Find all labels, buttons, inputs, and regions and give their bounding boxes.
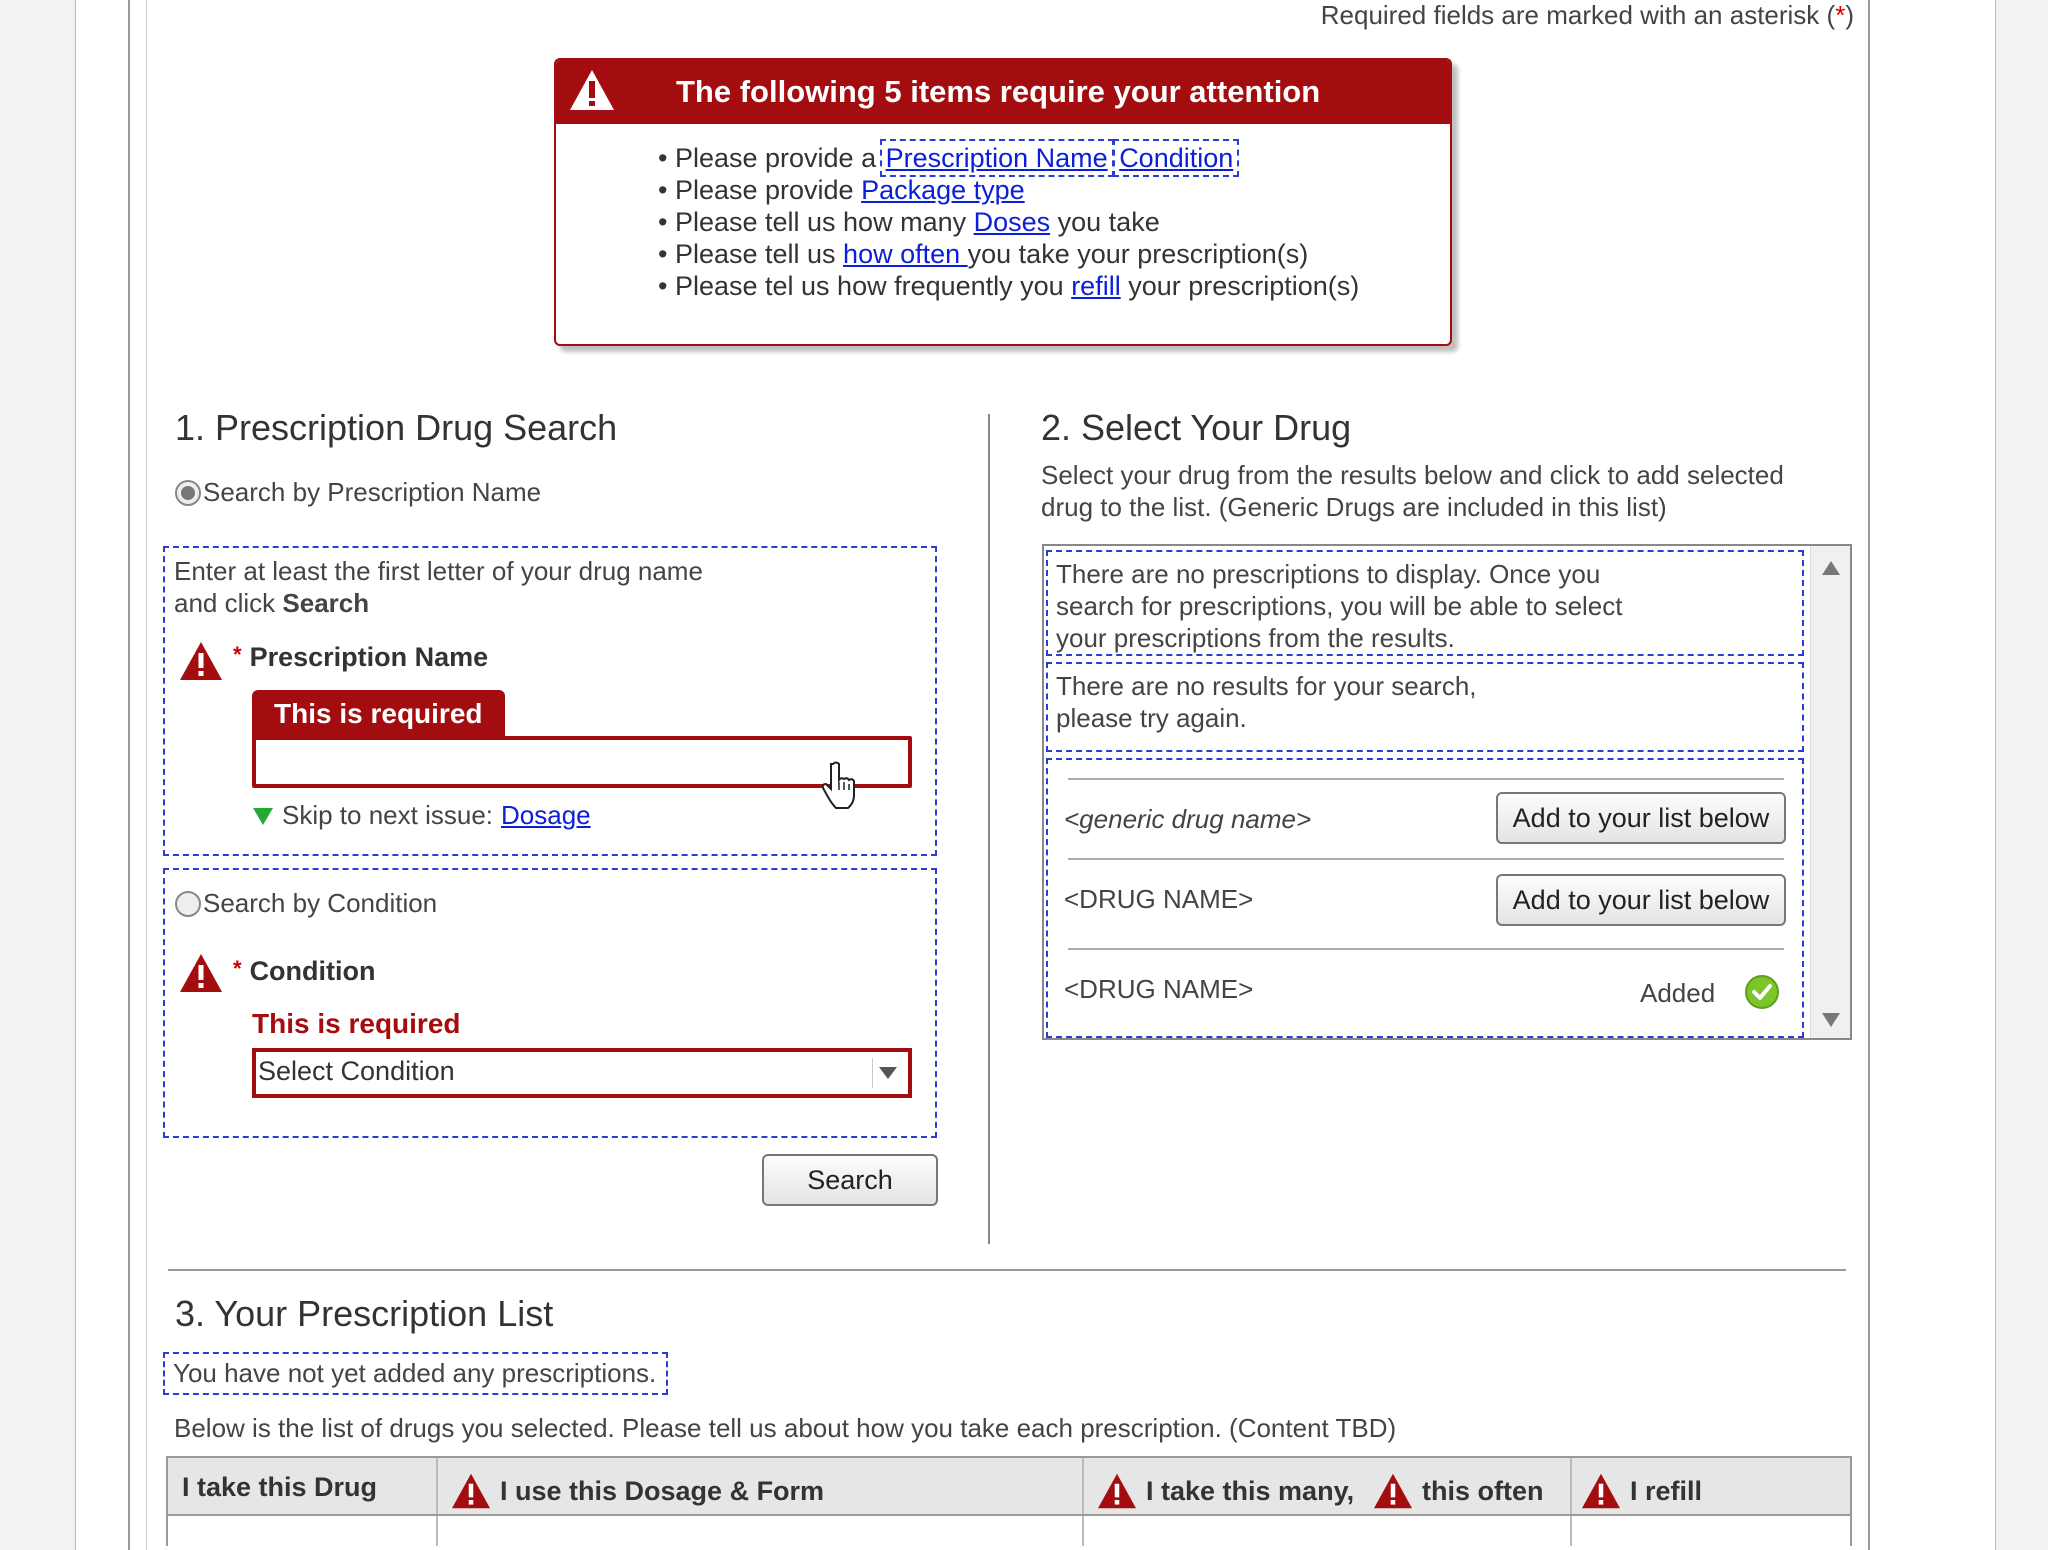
link-doses[interactable]: Doses	[974, 207, 1051, 237]
condition-block: Search by Condition * Condition This is …	[163, 868, 937, 1138]
drug-name: <DRUG NAME>	[1064, 884, 1254, 914]
column-header: I refill	[1580, 1472, 1702, 1510]
add-to-list-button[interactable]: Add to your list below	[1496, 874, 1786, 926]
column-divider	[1570, 1458, 1572, 1514]
radio-search-by-name[interactable]: Search by Prescription Name	[175, 477, 541, 508]
message-line: There are no prescriptions to display. O…	[1056, 559, 1601, 589]
message-line: There are no results for your search,	[1056, 671, 1477, 701]
skip-to-next-issue: Skip to next issue: Dosage	[252, 800, 591, 831]
empty-list-note: You have not yet added any prescriptions…	[163, 1352, 669, 1395]
add-to-list-button[interactable]: Add to your list below	[1496, 792, 1786, 844]
prescription-table-header: I take this Drug I use this Dosage & For…	[166, 1456, 1852, 1516]
condition-label: * Condition	[233, 956, 376, 986]
scroll-up-icon[interactable]	[1821, 560, 1841, 576]
column-divider	[988, 414, 990, 1244]
radio-label: Search by Condition	[203, 888, 438, 918]
column-divider	[1082, 1516, 1084, 1546]
alert-item: • Please tel us how frequently you refil…	[658, 271, 1360, 301]
section3-desc: Below is the list of drugs you selected.…	[174, 1413, 1397, 1443]
row-divider	[1068, 858, 1784, 860]
radio-label: Search by Prescription Name	[203, 477, 542, 507]
drug-name: <generic drug name>	[1064, 804, 1312, 834]
prescription-name-block: Enter at least the first letter of your …	[163, 546, 937, 856]
alert-header: The following 5 items require your atten…	[556, 60, 1450, 124]
warning-triangle-icon	[570, 70, 614, 110]
prescription-name-label: * Prescription Name	[233, 642, 489, 672]
section2-desc-line2: drug to the list. (Generic Drugs are inc…	[1041, 492, 1667, 522]
column-divider	[436, 1458, 438, 1514]
alert-item: • Please tell us how often you take your…	[658, 239, 1309, 269]
prescription-name-input[interactable]	[252, 736, 912, 788]
error-summary-alert: The following 5 items require your atten…	[554, 58, 1452, 346]
drug-results-panel: There are no prescriptions to display. O…	[1042, 544, 1852, 1040]
message-line: please try again.	[1056, 703, 1247, 733]
alert-item-list: • Please provide a Prescription Name Con…	[658, 139, 1360, 302]
message-line: your prescriptions from the results.	[1056, 623, 1455, 653]
link-package-type[interactable]: Package type	[861, 175, 1025, 205]
required-fields-note: Required fields are marked with an aster…	[1320, 0, 1854, 30]
hand-pointer-icon	[822, 761, 855, 809]
warning-triangle-icon	[180, 954, 222, 992]
added-status: Added	[1640, 978, 1716, 1008]
required-error-tab: This is required	[252, 690, 505, 738]
section1-title: 1. Prescription Drug Search	[175, 407, 618, 448]
prescription-table-body	[166, 1516, 1852, 1546]
alert-item: • Please provide a Prescription Name Con…	[658, 139, 1240, 177]
warning-triangle-icon	[452, 1473, 490, 1509]
no-prescriptions-message: There are no prescriptions to display. O…	[1046, 550, 1804, 656]
column-divider	[1570, 1516, 1572, 1546]
radio-button-selected[interactable]	[175, 479, 201, 506]
row-divider	[1068, 948, 1784, 950]
condition-required-error: This is required	[252, 1008, 461, 1039]
alert-item: • Please tell us how many Doses you take	[658, 207, 1160, 237]
section-divider	[168, 1269, 1846, 1271]
alert-title: The following 5 items require your atten…	[676, 74, 1321, 109]
column-divider	[1082, 1458, 1084, 1514]
check-circle-icon	[1745, 975, 1779, 1009]
warning-triangle-icon	[1374, 1473, 1412, 1509]
section2-desc-line1: Select your drug from the results below …	[1041, 460, 1784, 490]
link-how-often[interactable]: how often	[843, 239, 968, 269]
link-refill[interactable]: refill	[1071, 271, 1121, 301]
green-down-arrow-icon	[253, 807, 273, 825]
scroll-down-icon[interactable]	[1821, 1012, 1841, 1028]
drug-results-list: <generic drug name> Add to your list bel…	[1046, 758, 1804, 1038]
warning-triangle-icon	[1582, 1473, 1620, 1509]
section2-title: 2. Select Your Drug	[1041, 407, 1352, 448]
alert-item: • Please provide Package type	[658, 175, 1025, 205]
search-instructions-line2: and click Search	[174, 588, 370, 618]
warning-triangle-icon	[1098, 1473, 1136, 1509]
row-divider	[1068, 778, 1784, 780]
radio-button-unselected[interactable]	[175, 890, 201, 917]
link-condition[interactable]: Condition	[1113, 139, 1240, 177]
results-scrollbar[interactable]	[1810, 546, 1850, 1038]
column-divider	[436, 1516, 438, 1546]
condition-select[interactable]: Select Condition	[252, 1048, 912, 1098]
search-instructions-line1: Enter at least the first letter of your …	[174, 556, 703, 586]
link-prescription-name[interactable]: Prescription Name	[879, 139, 1114, 177]
section3-title: 3. Your Prescription List	[175, 1293, 554, 1334]
column-header: I take this Drug	[182, 1472, 378, 1502]
column-header: this often	[1372, 1472, 1544, 1510]
chevron-down-icon	[872, 1058, 902, 1088]
column-header: I take this many,	[1096, 1472, 1354, 1510]
drug-name: <DRUG NAME>	[1064, 974, 1254, 1004]
search-button[interactable]: Search	[762, 1154, 938, 1206]
radio-search-by-condition[interactable]: Search by Condition	[175, 888, 437, 919]
link-dosage[interactable]: Dosage	[501, 800, 591, 831]
message-line: search for prescriptions, you will be ab…	[1056, 591, 1623, 621]
no-results-message: There are no results for your search, pl…	[1046, 662, 1804, 752]
column-header: I use this Dosage & Form	[450, 1472, 824, 1510]
warning-triangle-icon	[180, 642, 222, 680]
